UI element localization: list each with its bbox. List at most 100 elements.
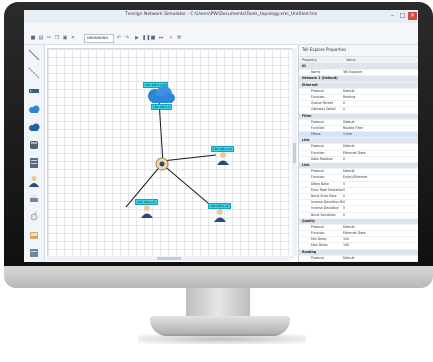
menu-bar: File Edit View Help — [24, 23, 418, 39]
property-value[interactable]: Default — [343, 169, 418, 174]
properties-panel: Tell Explore Properties Property Value I… — [298, 45, 418, 262]
save-icon[interactable]: ■ — [30, 35, 36, 41]
printer-icon[interactable] — [28, 193, 40, 205]
monitor-stand-base — [150, 316, 290, 336]
user-icon — [217, 152, 229, 165]
property-key: Error Rate Deviation — [311, 187, 343, 192]
property-value — [343, 64, 418, 69]
stop-icon[interactable]: ■ — [150, 35, 156, 41]
property-value[interactable]: Ethernet Data — [343, 151, 418, 156]
property-key: Gateway Detail — [311, 107, 336, 112]
property-key: Function — [311, 175, 325, 180]
property-value[interactable]: 100 — [343, 237, 418, 242]
copy-icon[interactable]: ❐ — [54, 35, 60, 41]
redo-icon[interactable]: ↷ — [124, 35, 130, 41]
connection-line — [161, 154, 217, 162]
property-key: Protocol — [311, 224, 324, 229]
property-value[interactable]: Routing — [343, 95, 418, 100]
window-titlebar: Tvnsign Network Simulator - C:\Users\PW\… — [24, 10, 418, 24]
open-icon[interactable]: ▤ — [38, 35, 44, 41]
property-value[interactable]: Default — [343, 144, 418, 149]
screen: Tvnsign Network Simulator - C:\Users\PW\… — [24, 10, 418, 262]
scroll-thumb[interactable] — [157, 257, 181, 260]
delete-icon[interactable]: ✕ — [70, 35, 76, 41]
topology-canvas[interactable]: 192.168.1.0/24 192.168.1.0 192.168.1.10 … — [47, 48, 293, 258]
property-value[interactable]: Default — [343, 120, 418, 125]
property-value[interactable]: 0 — [343, 213, 418, 218]
property-value[interactable]: Default — [343, 256, 418, 261]
switch-node[interactable] — [155, 156, 169, 175]
cloud-icon — [148, 86, 175, 103]
property-key: Filter — [302, 113, 312, 118]
property-value — [343, 163, 418, 168]
router-icon[interactable] — [28, 139, 40, 151]
property-value[interactable]: 0 — [343, 157, 418, 162]
property-key: Network 1 (Default) — [302, 76, 338, 81]
network-cloud-icon[interactable] — [28, 121, 40, 133]
maximize-icon[interactable]: □ — [398, 12, 407, 20]
user-icon — [214, 209, 226, 222]
satellite-icon[interactable] — [28, 211, 40, 223]
property-value[interactable]: Default — [343, 89, 418, 94]
zoom-select[interactable]: NNNNNNNN — [84, 34, 114, 43]
undo-icon[interactable]: ↶ — [116, 35, 122, 41]
property-value[interactable]: Routed Filter — [343, 126, 418, 131]
scroll-thumb[interactable] — [293, 143, 296, 163]
cut-icon[interactable]: ✂ — [46, 35, 52, 41]
connection-line — [158, 100, 164, 164]
property-key: Protocol — [311, 88, 324, 93]
property-value[interactable]: 100 — [343, 243, 418, 248]
property-key: Ethernet — [302, 82, 318, 87]
property-key: Name — [311, 70, 321, 75]
property-value[interactable]: 0 — [343, 182, 418, 187]
close-icon[interactable]: × — [408, 12, 417, 20]
server-icon[interactable] — [28, 157, 40, 169]
property-value — [343, 83, 418, 88]
properties-rows: ID Name Tell Explorer Network 1 (Default) Et… — [299, 64, 418, 262]
step-icon[interactable]: ⏭ — [158, 35, 164, 41]
property-value[interactable]: 0 — [343, 107, 418, 112]
settings-icon[interactable]: ✦ — [168, 35, 174, 41]
user-icon[interactable] — [28, 175, 40, 187]
minimize-icon[interactable]: – — [388, 12, 397, 20]
device-icon[interactable] — [28, 229, 40, 241]
properties-header: Property Value — [299, 57, 418, 64]
canvas-horizontal-scrollbar[interactable] — [47, 256, 291, 261]
property-key: Burst Deviation — [311, 212, 336, 217]
pause-icon[interactable]: ❚❚ — [142, 35, 150, 41]
storage-icon[interactable] — [28, 247, 40, 259]
link-tool-icon[interactable] — [28, 49, 40, 61]
property-value — [343, 250, 418, 255]
property-value[interactable]: 0 — [343, 200, 418, 205]
property-key: Function — [311, 94, 325, 99]
hub-icon[interactable] — [28, 85, 40, 97]
tools-icon[interactable]: ⚒ — [176, 35, 182, 41]
property-value — [343, 114, 418, 119]
property-value[interactable]: Default — [343, 225, 418, 230]
toolbar: ■ ▤ ✂ ❐ ▣ ✕ NNNNNNNN ↶ ↷ ▶ ❚❚ ■ ⏭ ✦ ⚒ — [24, 32, 418, 45]
property-value[interactable]: 1 line — [343, 132, 418, 137]
dashed-link-tool-icon[interactable] — [28, 67, 40, 79]
property-key: Protocol — [311, 169, 324, 174]
property-value[interactable]: 0 — [343, 101, 418, 106]
cloud-icon[interactable] — [28, 103, 40, 115]
user-icon — [141, 205, 153, 218]
monitor-shadow — [138, 334, 306, 344]
property-value[interactable]: 0 — [343, 188, 418, 193]
property-key: Inverse Deviation Burst — [311, 200, 343, 205]
connection-lines — [125, 100, 217, 210]
property-value[interactable]: Tell Explorer — [343, 70, 418, 75]
property-value[interactable]: 0 — [343, 206, 418, 211]
property-value[interactable]: Ethernet Data — [343, 231, 418, 236]
property-key: Quality — [302, 218, 315, 223]
component-palette — [24, 45, 45, 262]
paste-icon[interactable]: ▣ — [62, 35, 68, 41]
switch-icon — [155, 157, 169, 171]
play-icon[interactable]: ▶ — [134, 35, 140, 41]
cloud-label-bottom: 192.168.1.0 — [151, 104, 172, 110]
property-key: Queue Packet — [311, 101, 333, 106]
property-value[interactable]: Ex(m)/Ethernet — [343, 175, 418, 180]
property-value[interactable]: 0 — [343, 194, 418, 199]
canvas-vertical-scrollbar[interactable] — [292, 48, 297, 256]
property-key: Protocol — [311, 144, 324, 149]
